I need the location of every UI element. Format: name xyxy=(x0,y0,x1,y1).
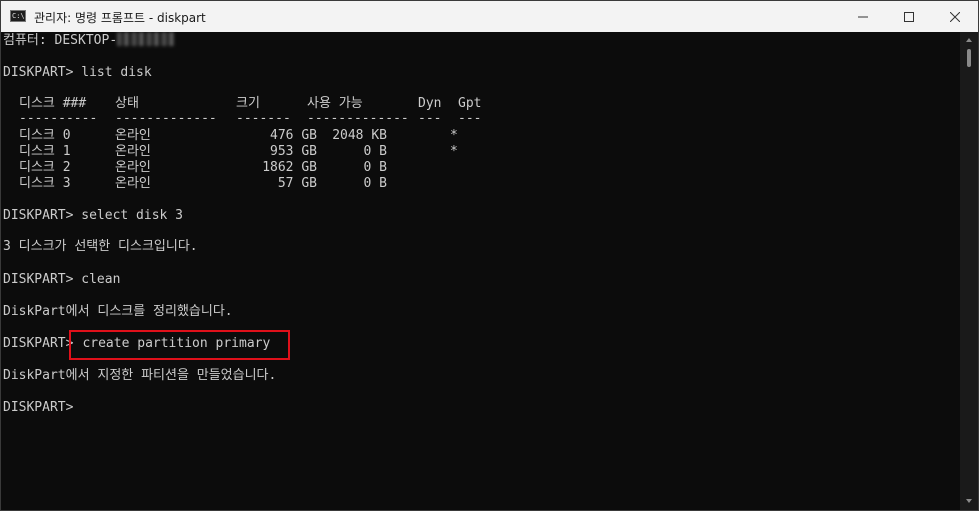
close-icon xyxy=(950,11,960,22)
table-header-free: 사용 가능 xyxy=(307,96,363,111)
row-disk: 디스크 2 xyxy=(19,160,71,175)
create-result-message: DiskPart에서 지정한 파티션을 만들었습니다. xyxy=(3,368,277,383)
table-separator: ------------- xyxy=(307,111,409,126)
final-prompt: DISKPART> xyxy=(3,400,74,415)
row-status: 온라인 xyxy=(115,144,151,159)
computer-name-label: 컴퓨터: DESKTOP- xyxy=(3,33,118,48)
console-output[interactable]: 컴퓨터: DESKTOP- DISKPART> list disk 디스크 ##… xyxy=(3,32,958,510)
cmd-app-icon[interactable]: C:\ xyxy=(10,10,26,22)
clean-result-message: DiskPart에서 디스크를 정리했습니다. xyxy=(3,304,233,319)
minimize-icon xyxy=(858,16,868,17)
row-disk: 디스크 3 xyxy=(19,176,71,191)
table-header-gpt: Gpt xyxy=(458,96,482,111)
maximize-button[interactable] xyxy=(886,1,932,32)
minimize-button[interactable] xyxy=(840,1,886,32)
highlight-box xyxy=(69,330,290,360)
command-clean: DISKPART> clean xyxy=(3,272,121,287)
row-free: 2048 KB xyxy=(332,128,387,143)
title-bar[interactable]: C:\ 관리자: 명령 프롬프트 - diskpart xyxy=(1,1,978,32)
command-prompt-window: C:\ 관리자: 명령 프롬프트 - diskpart 컴퓨터: DESKTOP… xyxy=(0,0,979,511)
scroll-up-icon[interactable] xyxy=(966,38,972,42)
row-status: 온라인 xyxy=(115,176,151,191)
table-header-dyn: Dyn xyxy=(418,96,442,111)
row-gpt: * xyxy=(450,144,458,159)
row-free: 0 B xyxy=(363,144,387,159)
computer-name-line: 컴퓨터: DESKTOP- xyxy=(3,32,176,48)
row-free: 0 B xyxy=(363,176,387,191)
command-list-disk: DISKPART> list disk xyxy=(3,65,152,80)
row-status: 온라인 xyxy=(115,128,151,143)
redacted-computer-name xyxy=(117,32,176,46)
maximize-icon xyxy=(904,11,914,22)
table-separator: ------- xyxy=(236,111,291,126)
table-separator: --- xyxy=(458,111,482,126)
table-separator: ---------- xyxy=(19,111,98,126)
row-disk: 디스크 0 xyxy=(19,128,71,143)
table-separator: ------------- xyxy=(115,111,217,126)
row-gpt: * xyxy=(450,128,458,143)
vertical-scrollbar[interactable] xyxy=(960,32,978,510)
row-status: 온라인 xyxy=(115,160,151,175)
close-button[interactable] xyxy=(932,1,978,32)
row-free: 0 B xyxy=(363,160,387,175)
table-header-disk: 디스크 ### xyxy=(19,96,87,111)
table-header-status: 상태 xyxy=(115,96,139,111)
command-select-disk: DISKPART> select disk 3 xyxy=(3,208,184,223)
table-header-size: 크기 xyxy=(236,96,260,111)
scroll-down-icon[interactable] xyxy=(966,499,972,503)
window-title: 관리자: 명령 프롬프트 - diskpart xyxy=(34,11,206,25)
scroll-thumb[interactable] xyxy=(967,49,971,67)
select-result-message: 3 디스크가 선택한 디스크입니다. xyxy=(3,239,198,254)
diskpart-prompt: DISKPART> xyxy=(3,336,74,351)
table-separator: --- xyxy=(418,111,442,126)
row-disk: 디스크 1 xyxy=(19,144,71,159)
